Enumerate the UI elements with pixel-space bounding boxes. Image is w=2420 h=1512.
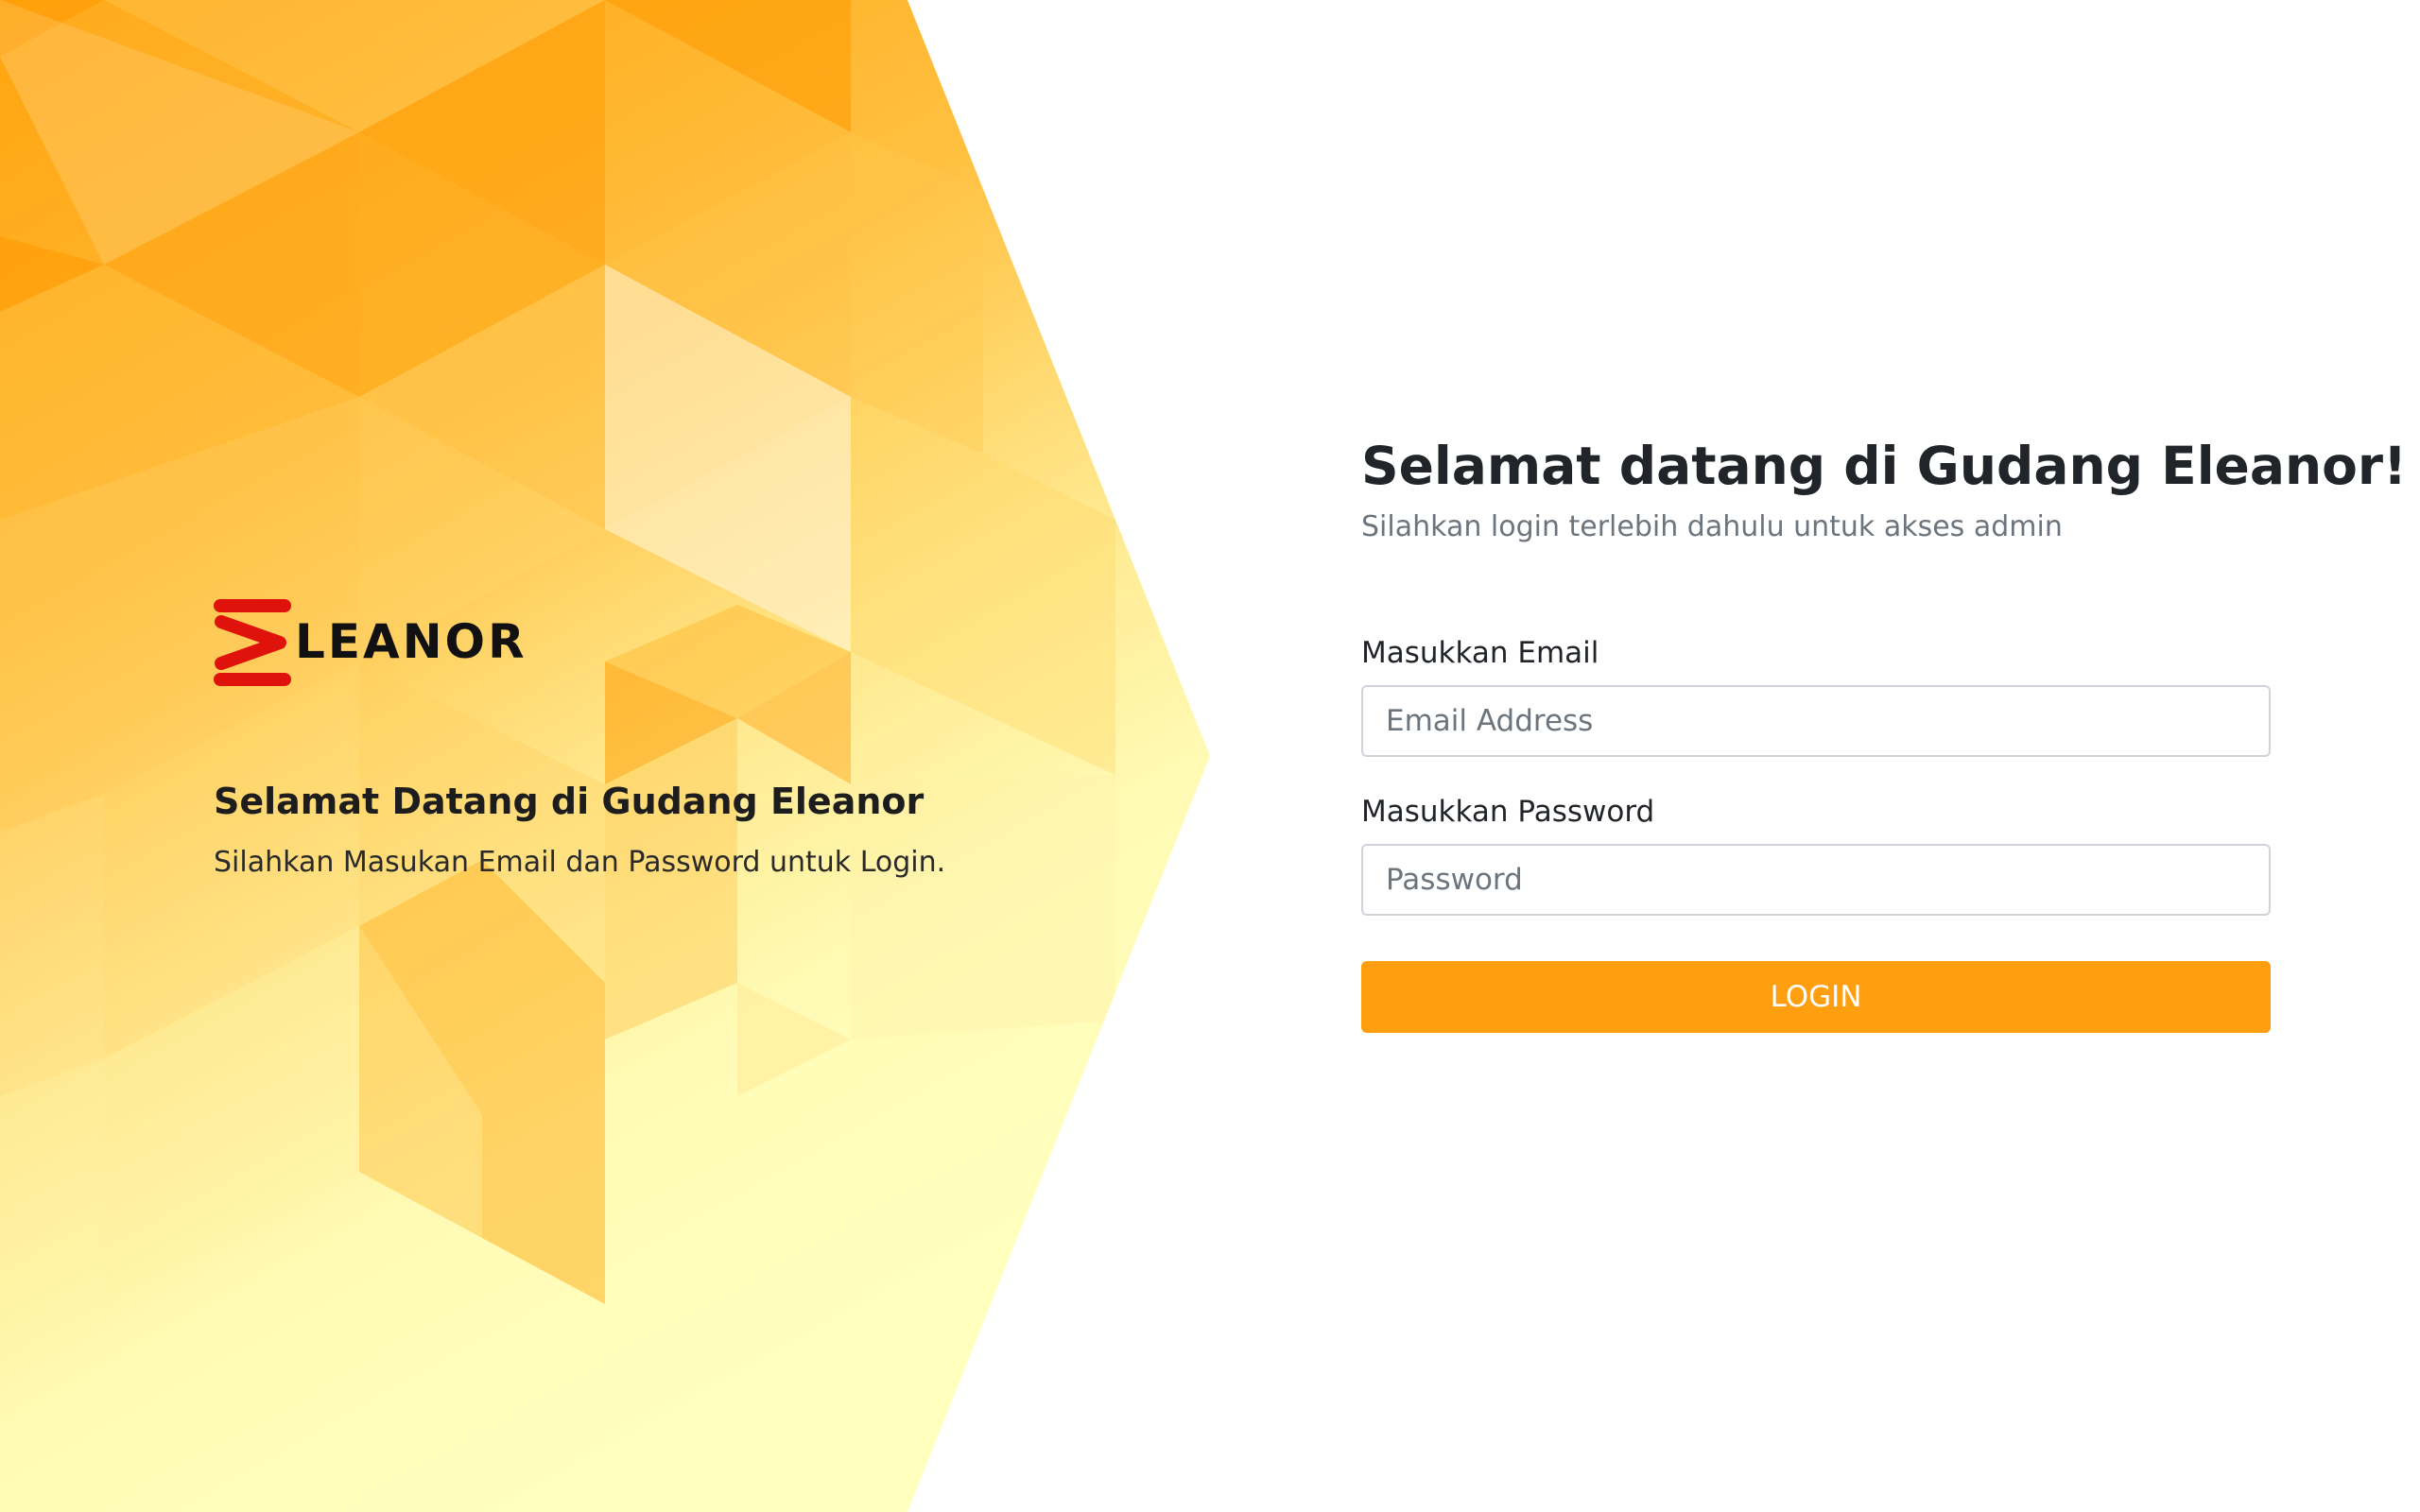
page-subtitle: Silahkan login terlebih dahulu untuk aks… [1361,510,2063,543]
hero-subtitle: Silahkan Masukan Email dan Password untu… [214,846,946,879]
logo-wordmark: LEANOR [295,614,527,669]
email-field[interactable] [1361,685,2271,757]
login-page: LEANOR Selamat Datang di Gudang Eleanor … [0,0,2420,1512]
brand-logo: LEANOR [214,595,525,690]
email-label: Masukkan Email [1361,636,1599,670]
hero-title: Selamat Datang di Gudang Eleanor [214,781,925,822]
hero-background [0,0,1210,1512]
password-field[interactable] [1361,844,2271,916]
logo-mark-icon [214,599,291,686]
login-form: Selamat datang di Gudang Eleanor! Silahk… [1361,435,2408,1033]
login-button[interactable]: LOGIN [1361,961,2271,1033]
page-title: Selamat datang di Gudang Eleanor! [1361,436,2408,496]
password-label: Masukkan Password [1361,795,1655,829]
